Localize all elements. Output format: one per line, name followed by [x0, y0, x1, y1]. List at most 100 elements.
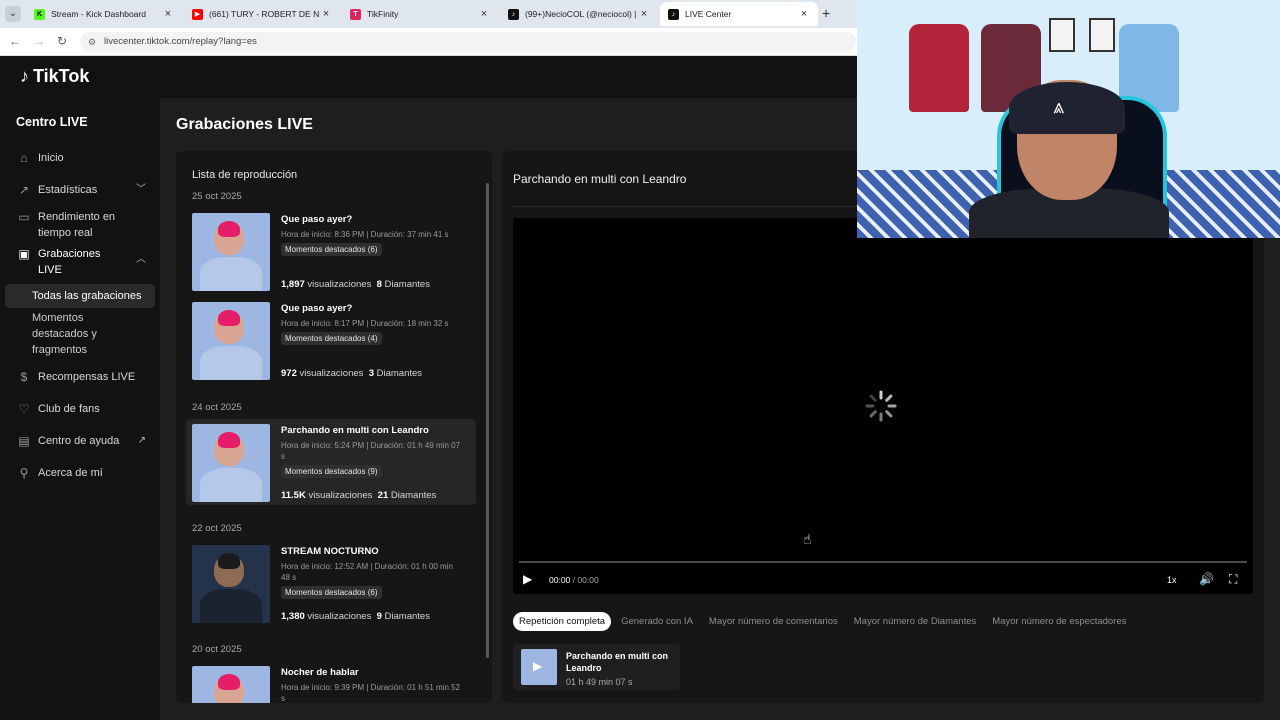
loading-spinner-icon: [865, 390, 897, 422]
playlist-panel: Lista de reproducción 25 oct 2025 Que pa…: [176, 151, 492, 703]
volume-icon[interactable]: 🔊: [1199, 572, 1214, 586]
site-settings-icon[interactable]: ⚙: [88, 32, 96, 52]
close-tab-icon[interactable]: ×: [320, 8, 332, 20]
playlist-scrollbar[interactable]: [486, 183, 489, 658]
sidebar-item-club-fans[interactable]: ♡ Club de fans: [16, 401, 156, 417]
chip-generado-ia[interactable]: Generado con IA: [615, 612, 699, 631]
tab-search-chevron-icon[interactable]: ⌄: [5, 6, 21, 22]
sidebar-sub-label: Todas las grabaciones: [32, 290, 142, 302]
youtube-icon: ▶: [192, 8, 203, 20]
close-tab-icon[interactable]: ×: [478, 8, 490, 20]
recording-stats: 11.5K visualizaciones 21 Diamantes: [281, 490, 436, 501]
chip-mayor-espectadores[interactable]: Mayor número de espectadores: [986, 612, 1132, 631]
webcam-overlay: ⩓: [857, 0, 1280, 238]
url-field[interactable]: ⚙ livecenter.tiktok.com/replay?lang=es: [80, 32, 856, 52]
sidebar-item-recompensas[interactable]: $ Recompensas LIVE: [16, 369, 156, 385]
recording-title: Parchando en multi con Leandro: [281, 425, 429, 436]
views-count: 1,897: [281, 279, 305, 290]
diamonds-count: 8: [376, 279, 382, 290]
player-title: Parchando en multi con Leandro: [513, 172, 687, 186]
highlights-badge[interactable]: Momentos destacados (4): [281, 332, 382, 345]
sidebar-item-grabaciones[interactable]: ▣ Grabaciones LIVE ︿: [16, 246, 156, 278]
clip-card[interactable]: ▶ Parchando en multi con Leandro 01 h 49…: [513, 644, 680, 690]
diamonds-count: 9: [376, 611, 382, 622]
recording-item[interactable]: Que paso ayer? Hora de inicio: 8:36 PM |…: [186, 208, 476, 294]
progress-bar[interactable]: [519, 561, 1247, 563]
tiktok-logo[interactable]: ♪ TikTok: [20, 66, 89, 87]
recording-title: Que paso ayer?: [281, 303, 353, 314]
chip-repeticion-completa[interactable]: Repetición completa: [513, 612, 612, 631]
recording-title: STREAM NOCTURNO: [281, 546, 379, 557]
recording-thumbnail: [192, 213, 270, 291]
clip-thumbnail: ▶: [521, 649, 557, 685]
recording-meta: Hora de inicio: 8:36 PM | Duración: 37 m…: [281, 230, 449, 239]
fullscreen-icon[interactable]: ⛶: [1229, 572, 1237, 587]
video-player[interactable]: ☝ ▶ 00:00 / 00:00 1x 🔊 ⛶: [513, 218, 1253, 594]
views-label: visualizaciones: [307, 279, 372, 290]
recording-item[interactable]: Nocher de hablar Hora de inicio: 9:39 PM…: [186, 661, 476, 703]
views-label: visualizaciones: [299, 368, 364, 379]
tab-title: (661) TURY - ROBERT DE NIRO: [209, 9, 320, 19]
current-time: 00:00: [549, 575, 571, 585]
chip-mayor-diamantes[interactable]: Mayor número de Diamantes: [848, 612, 983, 631]
diamonds-label: Diamantes: [384, 279, 430, 290]
sidebar-item-label: Centro de ayuda: [38, 435, 120, 447]
page-title: Grabaciones LIVE: [176, 116, 313, 133]
sidebar-item-label: Grabaciones LIVE: [38, 248, 101, 276]
highlights-badge[interactable]: Momentos destacados (6): [281, 243, 382, 256]
playback-speed-button[interactable]: 1x: [1167, 575, 1177, 585]
picture-frame: [1049, 18, 1075, 52]
close-tab-icon[interactable]: ×: [798, 8, 810, 20]
sidebar-item-estadisticas[interactable]: ↗ Estadísticas ﹀: [16, 182, 156, 198]
diamonds-count: 21: [377, 490, 389, 501]
browser-tab-live-center[interactable]: ♪ LIVE Center ×: [660, 2, 818, 26]
recording-meta: Hora de inicio: 9:39 PM | Duración: 01 h…: [281, 683, 461, 703]
tab-title: TikFinity: [367, 9, 399, 19]
tab-title: LIVE Center: [685, 9, 732, 19]
date-label: 24 oct 2025: [192, 402, 242, 413]
new-tab-plus-icon[interactable]: +: [822, 5, 830, 21]
recording-thumbnail: [192, 666, 270, 703]
recording-item[interactable]: STREAM NOCTURNO Hora de inicio: 12:52 AM…: [186, 540, 476, 626]
close-tab-icon[interactable]: ×: [638, 8, 650, 20]
external-link-icon: ↗: [137, 435, 146, 446]
forward-arrow-icon[interactable]: →: [33, 34, 45, 48]
sidebar-item-centro-ayuda[interactable]: ▤ Centro de ayuda ↗: [16, 433, 156, 449]
url-text: livecenter.tiktok.com/replay?lang=es: [104, 36, 257, 47]
sidebar-item-label: Club de fans: [38, 403, 100, 415]
play-icon[interactable]: ▶: [523, 572, 532, 586]
recording-stats: 1,380 visualizaciones 9 Diamantes: [281, 611, 430, 622]
browser-tab-youtube[interactable]: ▶ (661) TURY - ROBERT DE NIRO ×: [184, 2, 340, 26]
reload-icon[interactable]: ↻: [57, 34, 67, 48]
sidebar-sub-todas-grabaciones[interactable]: Todas las grabaciones: [5, 284, 155, 308]
tikfinity-icon: T: [350, 8, 361, 20]
recording-item[interactable]: Que paso ayer? Hora de inicio: 8:17 PM |…: [186, 297, 476, 383]
chip-mayor-comentarios[interactable]: Mayor número de comentarios: [703, 612, 844, 631]
browser-tab-tikfinity[interactable]: T TikFinity ×: [342, 2, 498, 26]
user-icon: ⚲: [19, 466, 29, 480]
highlights-badge[interactable]: Momentos destacados (9): [281, 465, 382, 478]
playlist-title: Lista de reproducción: [192, 169, 298, 181]
recording-thumbnail: [192, 545, 270, 623]
clip-title: Parchando en multi con Leandro: [566, 651, 669, 673]
recording-item-selected[interactable]: Parchando en multi con Leandro Hora de i…: [186, 419, 476, 505]
chevron-down-icon: ﹀: [136, 184, 146, 195]
browser-tab-neciocol[interactable]: ♪ (99+)NecioCOL (@neciocol) | T ×: [500, 2, 658, 26]
total-time: 00:00: [577, 575, 599, 585]
sidebar-sub-momentos[interactable]: Momentos destacados y fragmentos: [5, 310, 125, 358]
browser-tab-kick[interactable]: K Stream - Kick Dashboard ×: [26, 2, 182, 26]
sidebar-item-acerca-de-mi[interactable]: ⚲ Acerca de mí: [16, 465, 156, 481]
sidebar-item-inicio[interactable]: ⌂ Inicio: [16, 150, 156, 166]
heart-icon: ♡: [18, 402, 30, 416]
sidebar-item-label: Inicio: [38, 152, 64, 164]
monitor-icon: ▭: [18, 210, 30, 224]
diamonds-label: Diamantes: [390, 490, 437, 501]
sidebar-item-rendimiento[interactable]: ▭ Rendimiento en tiempo real: [16, 209, 156, 241]
highlights-badge[interactable]: Momentos destacados (6): [281, 586, 382, 599]
dollar-icon: $: [20, 370, 28, 384]
recording-title: Nocher de hablar: [281, 667, 359, 678]
back-arrow-icon[interactable]: ←: [9, 34, 21, 48]
close-tab-icon[interactable]: ×: [162, 8, 174, 20]
recording-meta: Hora de inicio: 8:17 PM | Duración: 18 m…: [281, 319, 449, 328]
diamonds-label: Diamantes: [384, 611, 430, 622]
